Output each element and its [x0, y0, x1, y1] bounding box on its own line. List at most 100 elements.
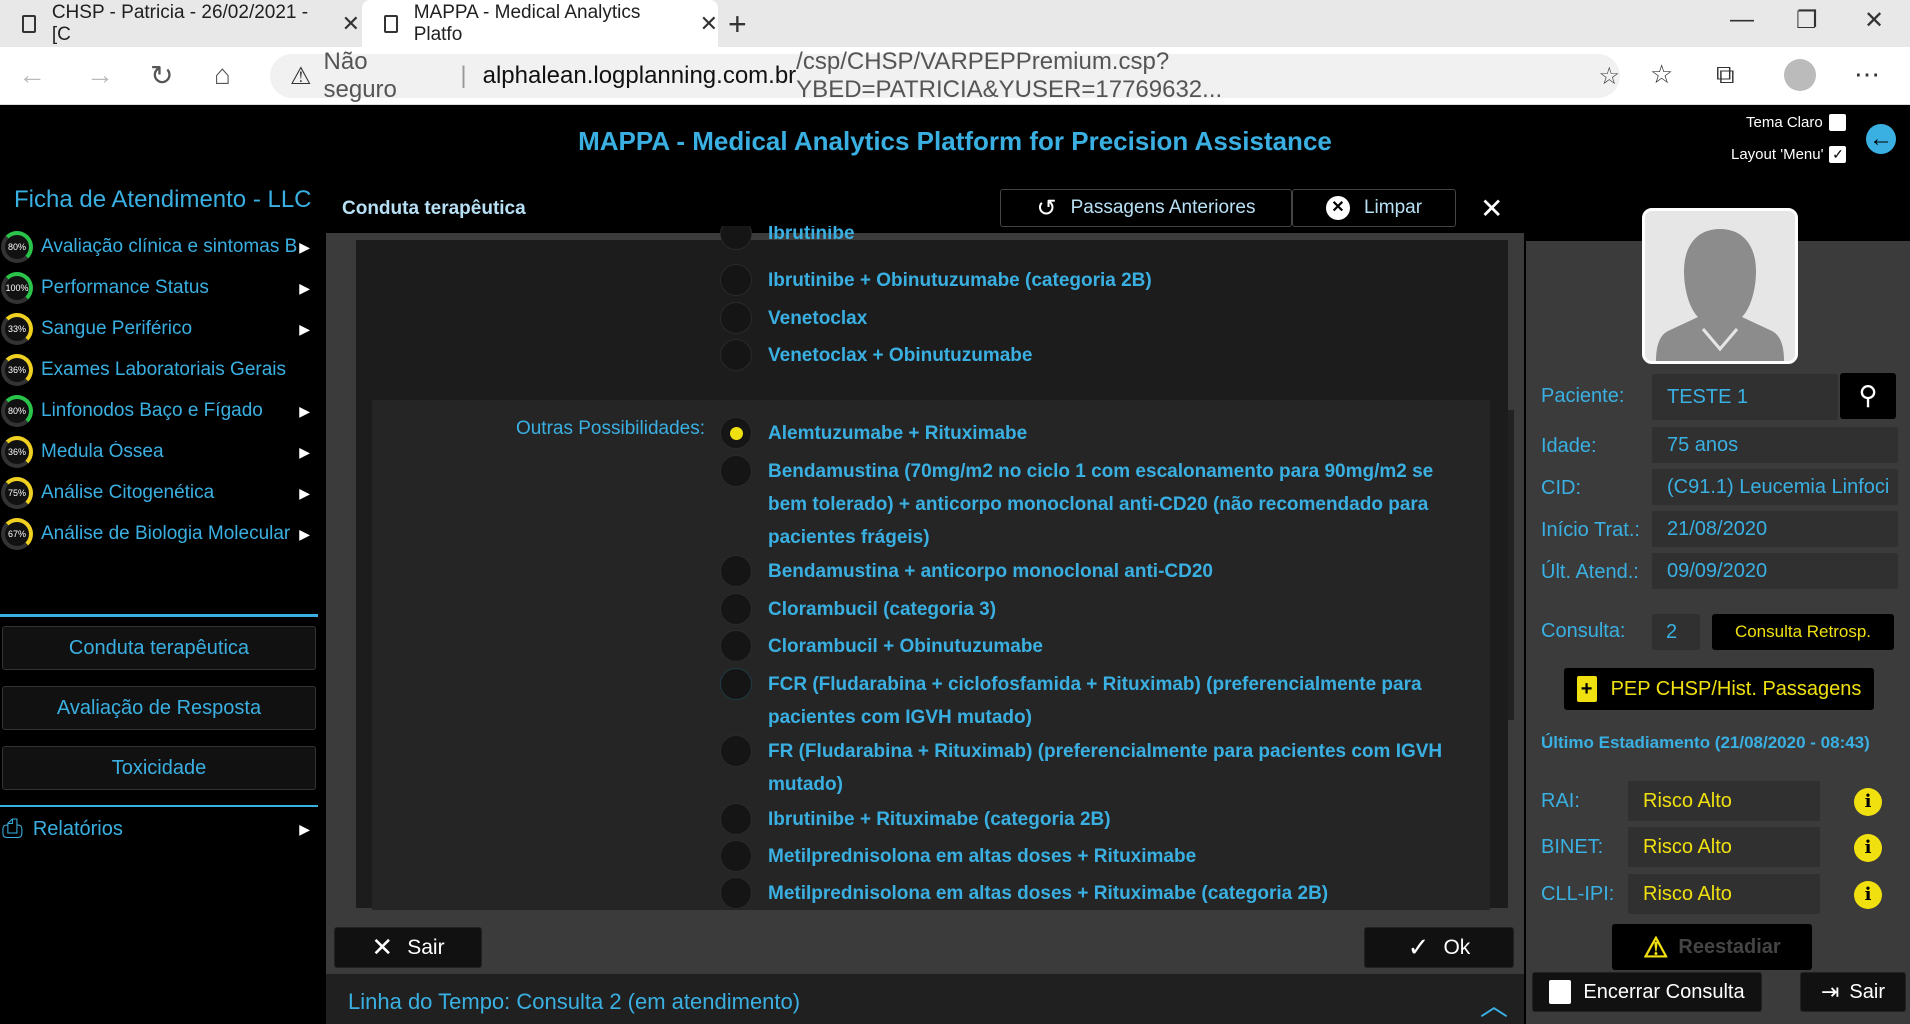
reestadiar-button[interactable]: ⚠ Reestadiar — [1612, 924, 1812, 970]
theme-checkbox[interactable] — [1828, 114, 1846, 131]
sidebar-item-linfonodos[interactable]: 80% Linfonodos Baço e Fígado ▶ — [0, 391, 318, 431]
warning-icon: ⚠ — [1643, 931, 1669, 963]
browser-tab-chsp[interactable]: CHSP - Patricia - 26/02/2021 - [C ✕ — [0, 0, 360, 47]
radio-option[interactable]: Clorambucil + Obinutuzumabe — [720, 630, 1460, 663]
info-icon[interactable]: i — [1854, 881, 1882, 909]
caret-right-icon: ▶ — [299, 238, 310, 255]
radio-option[interactable]: Venetoclax + Obinutuzumabe — [720, 339, 1460, 372]
sidebar-item-sangue-periferico[interactable]: 33% Sangue Periférico ▶ — [0, 309, 318, 349]
app-title: MAPPA - Medical Analytics Platform for P… — [578, 126, 1332, 156]
option-label: Clorambucil (categoria 3) — [768, 599, 997, 620]
minimize-icon[interactable]: — — [1730, 6, 1754, 34]
radio-option[interactable]: Metilprednisolona em altas doses + Ritux… — [720, 877, 1460, 908]
button-label: Limpar — [1363, 197, 1423, 218]
radio-option[interactable]: Bendamustina (70mg/m2 no ciclo 1 com esc… — [720, 455, 1460, 554]
radio-button[interactable] — [720, 630, 752, 662]
layout-checkbox[interactable]: ✓ — [1829, 146, 1847, 163]
radio-button[interactable] — [720, 226, 752, 250]
sidebar-item-relatorios[interactable]: ⎙ Relatórios ▶ — [0, 812, 318, 846]
info-icon[interactable]: i — [1854, 788, 1882, 816]
consulta-field: 2 — [1652, 614, 1700, 650]
radio-button[interactable] — [720, 735, 752, 767]
progress-gauge-icon: 36% — [1, 436, 33, 468]
encerrar-consulta-button[interactable]: Encerrar Consulta — [1532, 972, 1762, 1012]
collections-icon[interactable]: ⧉ — [1716, 59, 1735, 91]
radio-button[interactable] — [720, 302, 752, 334]
security-label: Não seguro — [323, 48, 397, 103]
radio-option[interactable]: FR (Fludarabina + Rituximab) (preferenci… — [720, 735, 1460, 801]
conduta-terapeutica-button[interactable]: Conduta terapêutica — [2, 626, 316, 670]
restore-icon[interactable]: ❐ — [1796, 6, 1818, 35]
button-label: Reestadiar — [1678, 935, 1781, 958]
favorites-icon[interactable]: ☆ — [1650, 59, 1673, 90]
radio-option[interactable]: Bendamustina + anticorpo monoclonal anti… — [720, 555, 1460, 588]
radio-option[interactable]: Ibrutinibe — [720, 226, 1460, 256]
new-tab-icon[interactable]: + — [728, 6, 747, 43]
radio-option[interactable]: Venetoclax — [720, 302, 1460, 335]
passagens-anteriores-button[interactable]: ↺ Passagens Anteriores — [1000, 189, 1292, 227]
ok-button[interactable]: ✓ Ok — [1364, 927, 1514, 968]
more-icon[interactable]: ⋯ — [1854, 59, 1880, 90]
sidebar-item-biologia-molecular[interactable]: 67% Análise de Biologia Molecular ▶ — [0, 514, 318, 554]
radio-button[interactable] — [720, 840, 752, 872]
option-label: Bendamustina + anticorpo monoclonal anti… — [768, 561, 1213, 582]
sidebar-item-citogenetica[interactable]: 75% Análise Citogenética ▶ — [0, 473, 318, 513]
reload-icon[interactable]: ↻ — [150, 59, 173, 92]
paciente-field[interactable]: TESTE 1 — [1652, 374, 1838, 420]
radio-option[interactable]: FCR (Fludarabina + ciclofosfamida + Ritu… — [720, 668, 1460, 734]
back-icon[interactable]: ← — [18, 59, 46, 91]
close-tab-icon[interactable]: ✕ — [342, 11, 360, 37]
back-arrow-icon[interactable]: ← — [1866, 124, 1896, 154]
info-icon[interactable]: i — [1854, 834, 1882, 862]
avaliacao-resposta-button[interactable]: Avaliação de Resposta — [2, 686, 316, 730]
sair-button[interactable]: ✕ Sair — [334, 927, 482, 968]
close-modal-icon[interactable]: ✕ — [1480, 192, 1503, 225]
outras-possibilidades-label: Outras Possibilidades: — [515, 418, 705, 439]
caret-right-icon: ▶ — [299, 820, 310, 837]
radio-button[interactable] — [720, 593, 752, 625]
radio-option[interactable]: Metilprednisolona em altas doses + Ritux… — [720, 840, 1460, 873]
radio-button[interactable] — [720, 668, 752, 700]
profile-avatar-icon[interactable] — [1784, 59, 1816, 91]
sidebar-item-avaliacao-clinica[interactable]: 80% Avaliação clínica e sintomas B ▶ — [0, 227, 318, 267]
layout-toggle[interactable]: Layout 'Menu' ✓ — [1731, 146, 1847, 163]
radio-button[interactable] — [720, 455, 752, 487]
limpar-button[interactable]: ✕ Limpar — [1292, 189, 1456, 227]
address-bar-row: ← → ↻ ⌂ ⚠ Não seguro | alphalean.logplan… — [0, 47, 1910, 105]
radio-button[interactable] — [720, 417, 752, 449]
pep-hist-passagens-button[interactable]: + PEP CHSP/Hist. Passagens — [1564, 668, 1874, 710]
ult-atend-label: Últ. Atend.: — [1541, 561, 1639, 583]
inicio-trat-field: 21/08/2020 — [1652, 511, 1898, 547]
radio-button[interactable] — [720, 339, 752, 371]
rai-value: Risco Alto — [1628, 781, 1820, 821]
sidebar-item-performance-status[interactable]: 100% Performance Status ▶ — [0, 268, 318, 308]
sidebar-item-exames-laboratoriais[interactable]: 36% Exames Laboratoriais Gerais — [0, 350, 318, 390]
url-field[interactable]: ⚠ Não seguro | alphalean.logplanning.com… — [270, 48, 1620, 103]
toxicidade-button[interactable]: Toxicidade — [2, 746, 316, 790]
sair-sistema-button[interactable]: ⇥ Sair — [1800, 972, 1906, 1012]
radio-button[interactable] — [720, 555, 752, 587]
browser-tab-mappa[interactable]: MAPPA - Medical Analytics Platfo ✕ — [362, 0, 718, 47]
radio-option-selected[interactable]: Alemtuzumabe + Rituximabe — [720, 417, 1460, 450]
progress-gauge-icon: 80% — [1, 395, 33, 427]
theme-toggle[interactable]: Tema Claro — [1746, 114, 1846, 131]
history-icon: ↺ — [1036, 194, 1057, 222]
close-tab-icon[interactable]: ✕ — [700, 11, 718, 37]
radio-button[interactable] — [720, 803, 752, 835]
radio-option[interactable]: Clorambucil (categoria 3) — [720, 593, 1460, 626]
radio-option[interactable]: Ibrutinibe + Obinutuzumabe (categoria 2B… — [720, 264, 1460, 297]
home-icon[interactable]: ⌂ — [214, 59, 231, 91]
chevron-up-icon[interactable]: ︿ — [1480, 984, 1508, 1024]
option-label: Clorambucil + Obinutuzumabe — [768, 636, 1043, 657]
add-favorite-icon[interactable]: ☆ — [1598, 62, 1620, 91]
forward-icon[interactable]: → — [86, 59, 114, 91]
consulta-retrosp-button[interactable]: Consulta Retrosp. — [1712, 614, 1894, 650]
document-icon — [22, 14, 36, 33]
sidebar-item-medula-ossea[interactable]: 36% Medula Óssea ▶ — [0, 432, 318, 472]
scrollbar[interactable] — [1508, 410, 1514, 720]
close-window-icon[interactable]: ✕ — [1864, 6, 1884, 35]
search-icon[interactable]: ⚲ — [1840, 373, 1896, 419]
radio-option[interactable]: Ibrutinibe + Rituximabe (categoria 2B) — [720, 803, 1460, 836]
radio-button[interactable] — [720, 877, 752, 908]
radio-button[interactable] — [720, 264, 752, 296]
